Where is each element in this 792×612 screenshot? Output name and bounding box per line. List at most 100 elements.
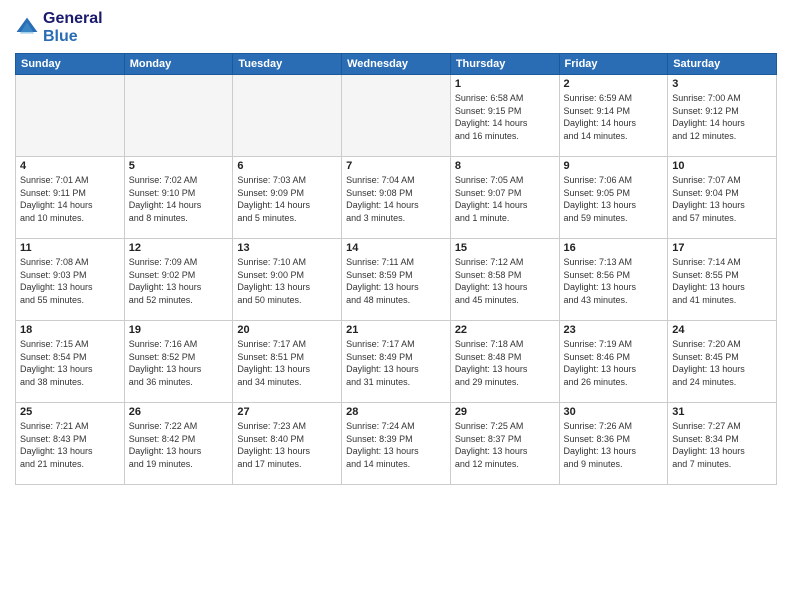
day-number: 14 — [346, 242, 446, 254]
day-number: 29 — [455, 406, 555, 418]
day-info: Sunrise: 7:04 AM Sunset: 9:08 PM Dayligh… — [346, 174, 446, 224]
day-number: 10 — [672, 160, 772, 172]
calendar-day-cell: 9 Sunrise: 7:06 AM Sunset: 9:05 PM Daylig… — [559, 157, 668, 239]
calendar-day-cell: 19 Sunrise: 7:16 AM Sunset: 8:52 PM Dayli… — [124, 321, 233, 403]
day-number: 11 — [20, 242, 120, 254]
day-info: Sunrise: 7:13 AM Sunset: 8:56 PM Dayligh… — [564, 256, 664, 306]
calendar-day-cell: 4 Sunrise: 7:01 AM Sunset: 9:11 PM Daylig… — [16, 157, 125, 239]
day-number: 19 — [129, 324, 229, 336]
calendar-day-cell: 6Sunrise: 7:03 AM Sunset: 9:09 PM Daylig… — [233, 157, 342, 239]
day-info: Sunrise: 7:17 AM Sunset: 8:51 PM Dayligh… — [237, 338, 337, 388]
day-number: 24 — [672, 324, 772, 336]
day-info: Sunrise: 7:05 AM Sunset: 9:07 PM Dayligh… — [455, 174, 555, 224]
day-info: Sunrise: 7:19 AM Sunset: 8:46 PM Dayligh… — [564, 338, 664, 388]
calendar-day-cell: 26 Sunrise: 7:22 AM Sunset: 8:42 PM Dayli… — [124, 403, 233, 485]
day-info: Sunrise: 7:22 AM Sunset: 8:42 PM Dayligh… — [129, 420, 229, 470]
day-info: Sunrise: 7:20 AM Sunset: 8:45 PM Dayligh… — [672, 338, 772, 388]
day-number: 15 — [455, 242, 555, 254]
calendar-table: SundayMondayTuesdayWednesdayThursdayFrid… — [15, 53, 777, 485]
calendar-day-cell: 3 Sunrise: 7:00 AM Sunset: 9:12 PM Daylig… — [668, 75, 777, 157]
day-info: Sunrise: 7:12 AM Sunset: 8:58 PM Dayligh… — [455, 256, 555, 306]
calendar-day-cell: 1 Sunrise: 6:58 AM Sunset: 9:15 PM Daylig… — [450, 75, 559, 157]
calendar-day-cell: 16 Sunrise: 7:13 AM Sunset: 8:56 PM Dayli… — [559, 239, 668, 321]
day-info: Sunrise: 7:17 AM Sunset: 8:49 PM Dayligh… — [346, 338, 446, 388]
day-number: 21 — [346, 324, 446, 336]
calendar-day-cell: 14 Sunrise: 7:11 AM Sunset: 8:59 PM Dayli… — [342, 239, 451, 321]
day-info: Sunrise: 6:58 AM Sunset: 9:15 PM Dayligh… — [455, 92, 555, 142]
day-info: Sunrise: 7:01 AM Sunset: 9:11 PM Dayligh… — [20, 174, 120, 224]
day-number: 30 — [564, 406, 664, 418]
calendar-day-cell: 22Sunrise: 7:18 AM Sunset: 8:48 PM Dayli… — [450, 321, 559, 403]
day-number: 20 — [237, 324, 337, 336]
calendar-week-row: 1 Sunrise: 6:58 AM Sunset: 9:15 PM Daylig… — [16, 75, 777, 157]
day-info: Sunrise: 7:26 AM Sunset: 8:36 PM Dayligh… — [564, 420, 664, 470]
calendar-day-cell: 20 Sunrise: 7:17 AM Sunset: 8:51 PM Dayli… — [233, 321, 342, 403]
calendar-week-row: 25Sunrise: 7:21 AM Sunset: 8:43 PM Dayli… — [16, 403, 777, 485]
day-info: Sunrise: 7:15 AM Sunset: 8:54 PM Dayligh… — [20, 338, 120, 388]
day-number: 27 — [237, 406, 337, 418]
day-number: 2 — [564, 78, 664, 90]
calendar-day-cell: 23 Sunrise: 7:19 AM Sunset: 8:46 PM Dayli… — [559, 321, 668, 403]
calendar-day-cell: 12Sunrise: 7:09 AM Sunset: 9:02 PM Dayli… — [124, 239, 233, 321]
calendar-week-row: 4 Sunrise: 7:01 AM Sunset: 9:11 PM Daylig… — [16, 157, 777, 239]
day-info: Sunrise: 7:21 AM Sunset: 8:43 PM Dayligh… — [20, 420, 120, 470]
calendar-day-cell: 21 Sunrise: 7:17 AM Sunset: 8:49 PM Dayli… — [342, 321, 451, 403]
logo-text: General Blue — [43, 10, 103, 45]
calendar-day-cell — [16, 75, 125, 157]
calendar-day-cell: 5 Sunrise: 7:02 AM Sunset: 9:10 PM Daylig… — [124, 157, 233, 239]
calendar-week-row: 18 Sunrise: 7:15 AM Sunset: 8:54 PM Dayli… — [16, 321, 777, 403]
calendar-day-header: Wednesday — [342, 54, 451, 75]
day-number: 5 — [129, 160, 229, 172]
calendar-day-cell: 10 Sunrise: 7:07 AM Sunset: 9:04 PM Dayli… — [668, 157, 777, 239]
day-info: Sunrise: 7:10 AM Sunset: 9:00 PM Dayligh… — [237, 256, 337, 306]
day-info: Sunrise: 7:14 AM Sunset: 8:55 PM Dayligh… — [672, 256, 772, 306]
calendar-day-cell: 28Sunrise: 7:24 AM Sunset: 8:39 PM Dayli… — [342, 403, 451, 485]
calendar-day-cell: 31 Sunrise: 7:27 AM Sunset: 8:34 PM Dayli… — [668, 403, 777, 485]
day-number: 16 — [564, 242, 664, 254]
day-number: 3 — [672, 78, 772, 90]
day-number: 9 — [564, 160, 664, 172]
day-info: Sunrise: 7:11 AM Sunset: 8:59 PM Dayligh… — [346, 256, 446, 306]
calendar-day-cell: 30 Sunrise: 7:26 AM Sunset: 8:36 PM Dayli… — [559, 403, 668, 485]
day-number: 18 — [20, 324, 120, 336]
day-info: Sunrise: 7:06 AM Sunset: 9:05 PM Dayligh… — [564, 174, 664, 224]
calendar-day-cell: 29Sunrise: 7:25 AM Sunset: 8:37 PM Dayli… — [450, 403, 559, 485]
day-info: Sunrise: 7:08 AM Sunset: 9:03 PM Dayligh… — [20, 256, 120, 306]
day-info: Sunrise: 7:23 AM Sunset: 8:40 PM Dayligh… — [237, 420, 337, 470]
day-number: 23 — [564, 324, 664, 336]
calendar-day-cell: 15 Sunrise: 7:12 AM Sunset: 8:58 PM Dayli… — [450, 239, 559, 321]
calendar-day-cell: 8 Sunrise: 7:05 AM Sunset: 9:07 PM Daylig… — [450, 157, 559, 239]
day-info: Sunrise: 7:18 AM Sunset: 8:48 PM Dayligh… — [455, 338, 555, 388]
calendar-day-cell — [342, 75, 451, 157]
day-info: Sunrise: 7:09 AM Sunset: 9:02 PM Dayligh… — [129, 256, 229, 306]
day-number: 1 — [455, 78, 555, 90]
day-info: Sunrise: 6:59 AM Sunset: 9:14 PM Dayligh… — [564, 92, 664, 142]
logo: General Blue — [15, 10, 103, 45]
day-info: Sunrise: 7:27 AM Sunset: 8:34 PM Dayligh… — [672, 420, 772, 470]
day-number: 13 — [237, 242, 337, 254]
calendar-day-cell: 17Sunrise: 7:14 AM Sunset: 8:55 PM Dayli… — [668, 239, 777, 321]
day-info: Sunrise: 7:16 AM Sunset: 8:52 PM Dayligh… — [129, 338, 229, 388]
day-number: 4 — [20, 160, 120, 172]
day-info: Sunrise: 7:07 AM Sunset: 9:04 PM Dayligh… — [672, 174, 772, 224]
calendar-week-row: 11 Sunrise: 7:08 AM Sunset: 9:03 PM Dayli… — [16, 239, 777, 321]
calendar-day-header: Tuesday — [233, 54, 342, 75]
day-number: 26 — [129, 406, 229, 418]
page: General Blue SundayMondayTuesdayWednesda… — [0, 0, 792, 612]
calendar-day-cell: 11 Sunrise: 7:08 AM Sunset: 9:03 PM Dayli… — [16, 239, 125, 321]
header: General Blue — [15, 10, 777, 45]
day-info: Sunrise: 7:00 AM Sunset: 9:12 PM Dayligh… — [672, 92, 772, 142]
calendar-day-cell: 2 Sunrise: 6:59 AM Sunset: 9:14 PM Daylig… — [559, 75, 668, 157]
calendar-day-cell — [233, 75, 342, 157]
calendar-day-cell: 25Sunrise: 7:21 AM Sunset: 8:43 PM Dayli… — [16, 403, 125, 485]
calendar-day-cell: 13 Sunrise: 7:10 AM Sunset: 9:00 PM Dayli… — [233, 239, 342, 321]
calendar-day-header: Thursday — [450, 54, 559, 75]
day-info: Sunrise: 7:02 AM Sunset: 9:10 PM Dayligh… — [129, 174, 229, 224]
calendar-day-cell: 27 Sunrise: 7:23 AM Sunset: 8:40 PM Dayli… — [233, 403, 342, 485]
day-number: 8 — [455, 160, 555, 172]
calendar-header-row: SundayMondayTuesdayWednesdayThursdayFrid… — [16, 54, 777, 75]
calendar-day-cell: 7 Sunrise: 7:04 AM Sunset: 9:08 PM Daylig… — [342, 157, 451, 239]
day-number: 7 — [346, 160, 446, 172]
day-info: Sunrise: 7:24 AM Sunset: 8:39 PM Dayligh… — [346, 420, 446, 470]
day-number: 31 — [672, 406, 772, 418]
